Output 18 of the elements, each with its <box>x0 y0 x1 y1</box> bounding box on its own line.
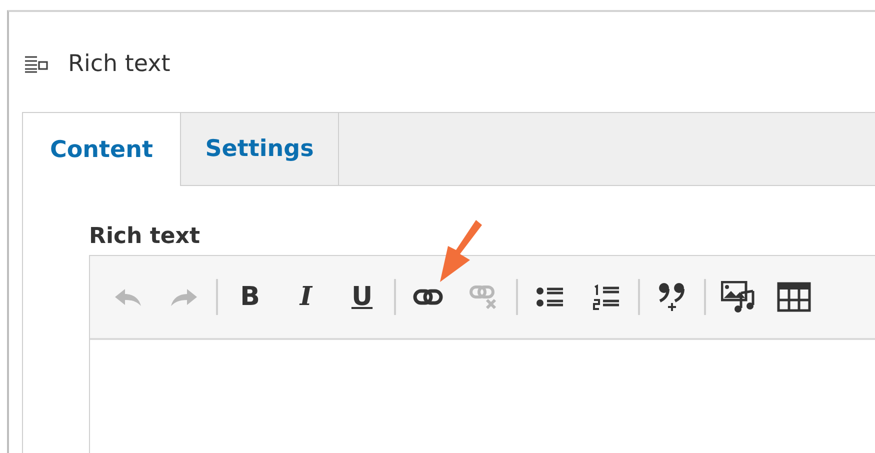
pointer-arrow <box>438 218 482 284</box>
numbered-list-icon <box>592 284 620 310</box>
block-icon <box>24 55 48 73</box>
media-icon <box>721 281 755 313</box>
block-title: Rich text <box>68 51 170 77</box>
undo-icon <box>113 286 143 308</box>
table-icon <box>777 282 811 312</box>
bold-button[interactable]: B <box>228 277 272 317</box>
blockquote-icon <box>657 282 687 312</box>
link-icon <box>413 289 443 305</box>
unlink-icon <box>469 285 499 309</box>
redo-icon <box>169 286 199 308</box>
field-label: Rich text <box>89 224 200 249</box>
bulleted-list-icon <box>536 285 564 309</box>
underline-button[interactable]: U <box>340 277 384 317</box>
editor-area[interactable]: B I U <box>89 255 875 453</box>
italic-button[interactable]: I <box>284 277 328 317</box>
tab[interactable]: Content <box>23 113 181 186</box>
